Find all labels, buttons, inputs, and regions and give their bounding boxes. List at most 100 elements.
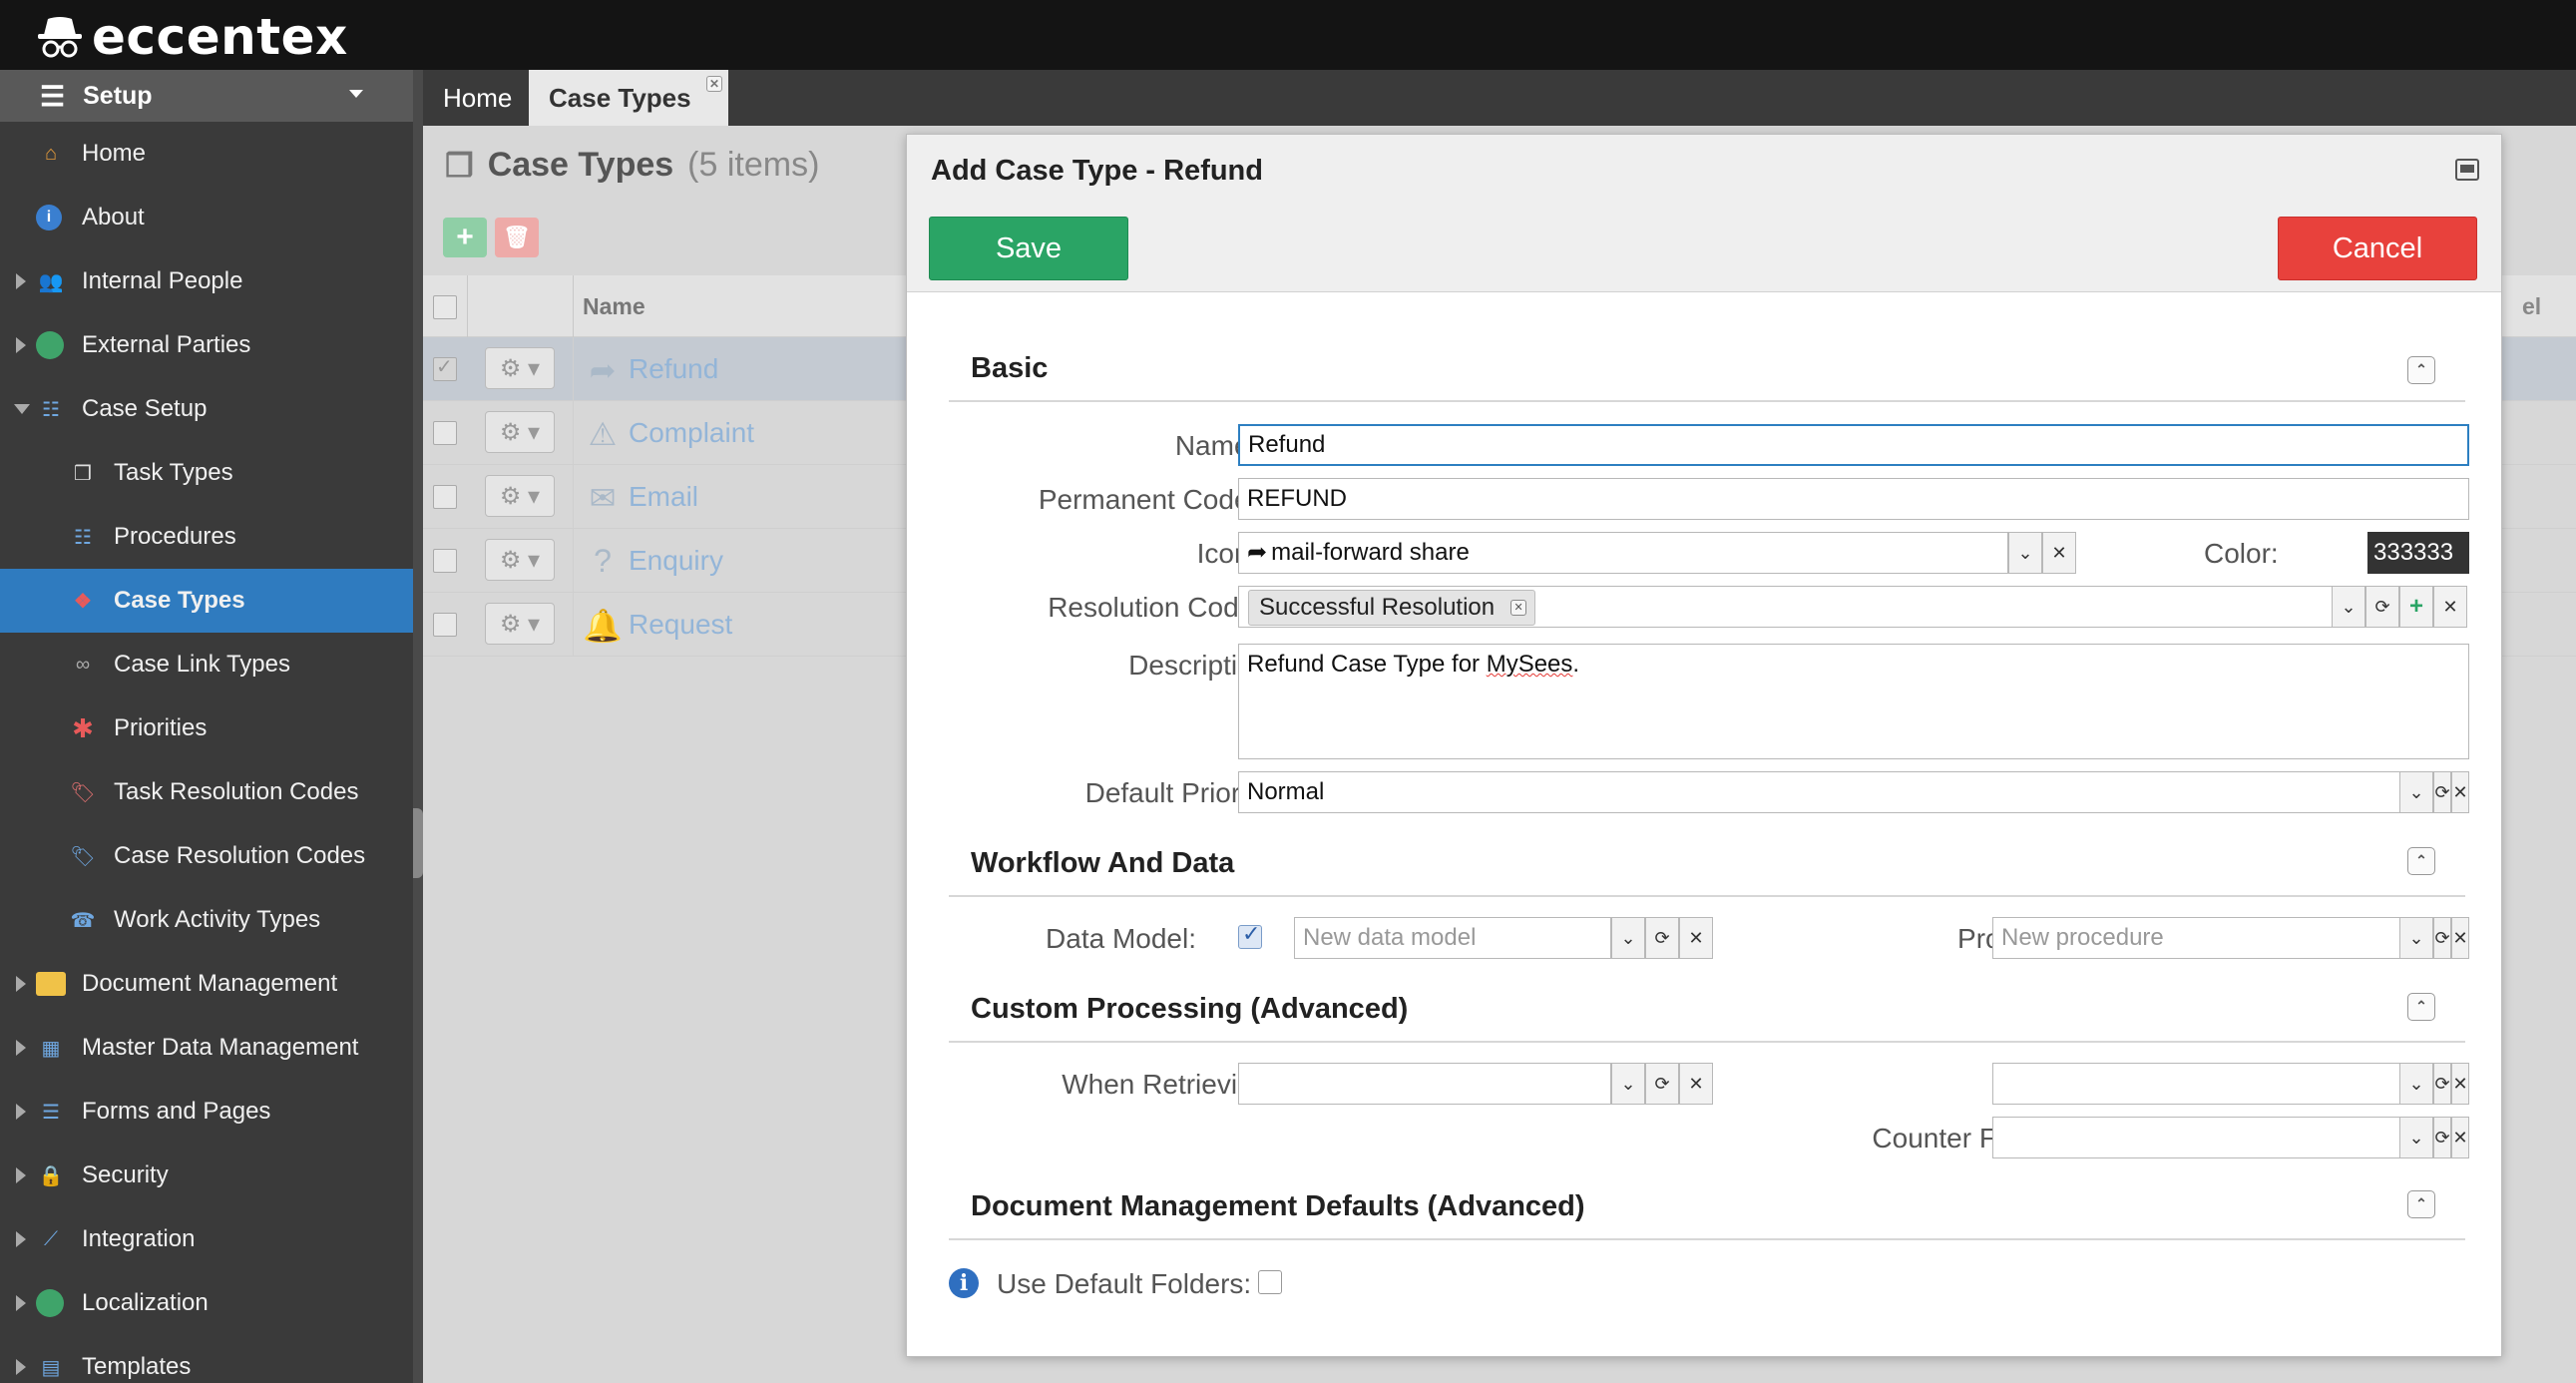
row-actions-menu[interactable]: ⚙ ▾ (485, 411, 555, 453)
sidebar-splitter[interactable] (413, 70, 423, 1383)
cancel-button[interactable]: Cancel (2278, 217, 2477, 280)
description-textarea[interactable]: Refund Case Type for MySees. (1238, 644, 2469, 759)
use-default-folders-checkbox[interactable] (1258, 1270, 1282, 1294)
column-header-truncated[interactable]: el (2522, 275, 2541, 337)
row-checkbox[interactable] (433, 613, 457, 637)
expand-arrow-icon[interactable] (16, 1104, 26, 1120)
resolution-add-button[interactable]: + (2399, 586, 2433, 628)
expand-arrow-icon[interactable] (16, 273, 26, 289)
row-name[interactable]: Email (629, 465, 698, 529)
priority-dropdown-button[interactable]: ⌄ (2399, 771, 2433, 813)
case-number-select[interactable] (1992, 1063, 2401, 1105)
sidebar-item-case-types[interactable]: ❖ Case Types (0, 569, 413, 633)
expand-arrow-icon[interactable] (16, 1040, 26, 1056)
sidebar-item-integration[interactable]: ⟋ Integration (0, 1207, 413, 1271)
retrieving-clear-button[interactable]: ✕ (1679, 1063, 1713, 1105)
sidebar-item-security[interactable]: 🔒 Security (0, 1144, 413, 1207)
color-picker[interactable]: 333333 (2367, 532, 2469, 574)
data-model-checkbox[interactable] (1238, 922, 1262, 949)
setup-menu-button[interactable]: ☰ Setup (0, 70, 413, 122)
row-checkbox[interactable]: ✓ (433, 354, 457, 381)
delete-button[interactable]: 🗑 (495, 218, 539, 257)
sidebar-item-case-link-types[interactable]: ∞ Case Link Types (0, 633, 413, 696)
row-checkbox[interactable] (433, 549, 457, 573)
column-header-name[interactable]: Name (583, 275, 645, 337)
expand-arrow-icon[interactable] (16, 1359, 26, 1375)
row-actions-menu[interactable]: ⚙ ▾ (485, 603, 555, 645)
section-title-workflow[interactable]: Workflow And Data (971, 847, 1234, 880)
section-title-custom-processing[interactable]: Custom Processing (Advanced) (971, 993, 1408, 1026)
resolution-dropdown-button[interactable]: ⌄ (2332, 586, 2365, 628)
row-actions-menu[interactable]: ⚙ ▾ (485, 475, 555, 517)
sidebar-item-procedures[interactable]: ☷ Procedures (0, 505, 413, 569)
tab-case-types[interactable]: Case Types ✕ (529, 70, 728, 126)
procedure-refresh-button[interactable]: ⟳ (2433, 917, 2451, 959)
icon-select[interactable]: ➦ mail-forward share (1238, 532, 2008, 574)
priority-refresh-button[interactable]: ⟳ (2433, 771, 2451, 813)
counter-function-select[interactable] (1992, 1117, 2401, 1158)
priority-clear-button[interactable]: ✕ (2451, 771, 2469, 813)
collapse-section-icon[interactable]: ⌃ (2407, 1190, 2435, 1218)
counter-refresh-button[interactable]: ⟳ (2433, 1117, 2451, 1158)
sidebar-item-internal-people[interactable]: 👥 Internal People (0, 249, 413, 313)
section-title-basic[interactable]: Basic (971, 352, 1048, 385)
sidebar-item-templates[interactable]: ▤ Templates (0, 1335, 413, 1383)
row-name[interactable]: Complaint (629, 401, 754, 465)
sidebar-item-task-resolution-codes[interactable]: 🏷 Task Resolution Codes (0, 760, 413, 824)
permanent-code-input[interactable]: REFUND (1238, 478, 2469, 520)
sidebar-item-case-resolution-codes[interactable]: 🏷 Case Resolution Codes (0, 824, 413, 888)
sidebar-item-task-types[interactable]: ❒ Task Types (0, 441, 413, 505)
sidebar-item-master-data-management[interactable]: ▦ Master Data Management (0, 1016, 413, 1080)
counter-dropdown-button[interactable]: ⌄ (2399, 1117, 2433, 1158)
row-name[interactable]: Request (629, 593, 732, 657)
name-input[interactable]: Refund (1238, 424, 2469, 466)
resolution-clear-button[interactable]: ✕ (2433, 586, 2467, 628)
sidebar-item-forms-and-pages[interactable]: ☰ Forms and Pages (0, 1080, 413, 1144)
row-checkbox[interactable] (433, 421, 457, 445)
data-model-refresh-button[interactable]: ⟳ (1645, 917, 1679, 959)
case-number-clear-button[interactable]: ✕ (2451, 1063, 2469, 1105)
icon-clear-button[interactable]: ✕ (2042, 532, 2076, 574)
procedure-clear-button[interactable]: ✕ (2451, 917, 2469, 959)
sidebar-item-about[interactable]: i About (0, 186, 413, 249)
icon-dropdown-button[interactable]: ⌄ (2008, 532, 2042, 574)
data-model-dropdown-button[interactable]: ⌄ (1611, 917, 1645, 959)
resolution-refresh-button[interactable]: ⟳ (2365, 586, 2399, 628)
row-name[interactable]: Refund (629, 337, 718, 401)
expand-arrow-icon[interactable] (16, 1295, 26, 1311)
default-priority-select[interactable]: Normal (1238, 771, 2401, 813)
case-number-refresh-button[interactable]: ⟳ (2433, 1063, 2451, 1105)
sidebar-item-external-parties[interactable]: External Parties (0, 313, 413, 377)
maximize-icon[interactable] (2455, 159, 2479, 181)
row-checkbox[interactable] (433, 485, 457, 509)
expand-arrow-icon[interactable] (16, 976, 26, 992)
expand-arrow-icon[interactable] (16, 1231, 26, 1247)
add-button[interactable]: + (443, 218, 487, 257)
collapse-arrow-icon[interactable] (14, 404, 30, 414)
sidebar-item-priorities[interactable]: ✱ Priorities (0, 696, 413, 760)
splitter-collapse-handle[interactable] (413, 808, 423, 878)
retrieving-refresh-button[interactable]: ⟳ (1645, 1063, 1679, 1105)
tab-home[interactable]: Home (423, 70, 527, 126)
sidebar-item-work-activity-types[interactable]: ☎ Work Activity Types (0, 888, 413, 952)
close-tab-icon[interactable]: ✕ (706, 76, 722, 92)
when-retrieving-select[interactable] (1238, 1063, 1611, 1105)
select-all-checkbox[interactable] (433, 295, 457, 319)
info-icon[interactable]: i (949, 1268, 979, 1298)
expand-arrow-icon[interactable] (16, 1167, 26, 1183)
collapse-section-icon[interactable]: ⌃ (2407, 847, 2435, 875)
sidebar-item-home[interactable]: ⌂ Home (0, 122, 413, 186)
row-actions-menu[interactable]: ⚙ ▾ (485, 347, 555, 389)
save-button[interactable]: Save (929, 217, 1128, 280)
sidebar-item-localization[interactable]: Localization (0, 1271, 413, 1335)
procedure-dropdown-button[interactable]: ⌄ (2399, 917, 2433, 959)
case-number-dropdown-button[interactable]: ⌄ (2399, 1063, 2433, 1105)
retrieving-dropdown-button[interactable]: ⌄ (1611, 1063, 1645, 1105)
remove-chip-icon[interactable]: ✕ (1510, 600, 1527, 616)
sidebar-item-document-management[interactable]: Document Management (0, 952, 413, 1016)
collapse-section-icon[interactable]: ⌃ (2407, 993, 2435, 1021)
sidebar-item-case-setup[interactable]: ☷ Case Setup (0, 377, 413, 441)
app-logo[interactable]: eccentex (34, 8, 348, 66)
row-actions-menu[interactable]: ⚙ ▾ (485, 539, 555, 581)
collapse-section-icon[interactable]: ⌃ (2407, 356, 2435, 384)
